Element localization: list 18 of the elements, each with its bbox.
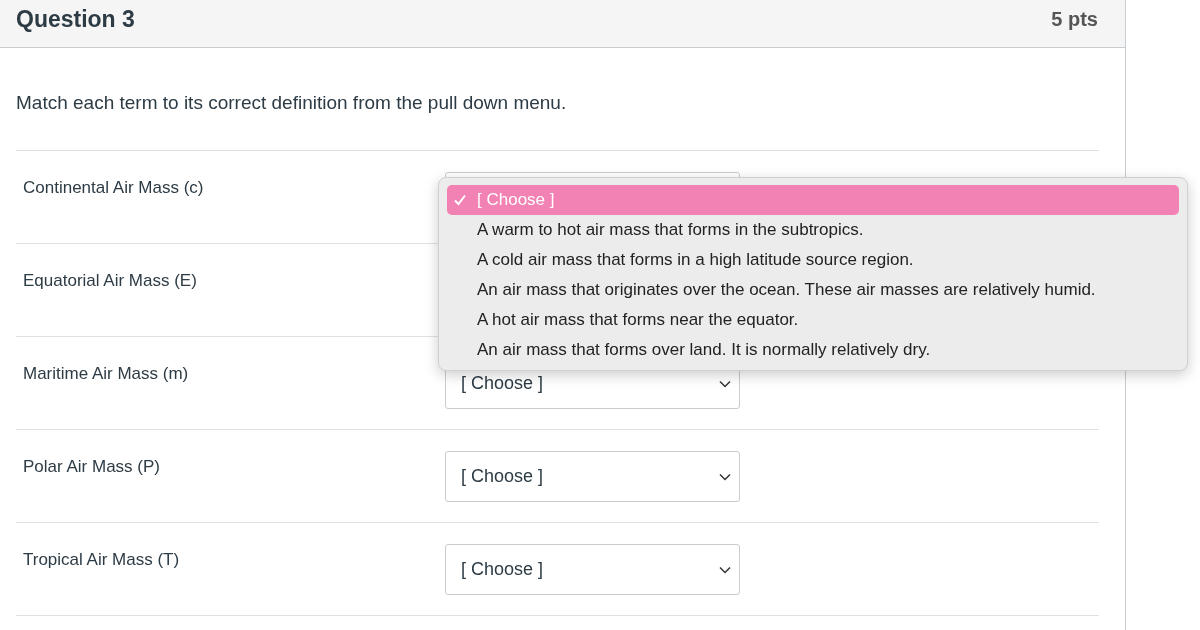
term-label: Polar Air Mass (P)	[22, 456, 161, 477]
menu-option[interactable]: A warm to hot air mass that forms in the subtropics.	[447, 215, 1179, 245]
chevron-down-icon	[719, 379, 731, 388]
chevron-down-icon	[719, 565, 731, 574]
menu-option[interactable]: A cold air mass that forms in a high latitude source region.	[447, 245, 1179, 275]
menu-option[interactable]: A hot air mass that forms near the equator.	[447, 305, 1179, 335]
menu-option[interactable]: An air mass that originates over the ocean. These air masses are relatively humid.	[447, 275, 1179, 305]
points-label: 5 pts	[1051, 8, 1098, 31]
question-prompt: Match each term to its correct definition from the pull down menu.	[16, 92, 568, 114]
term-label: Tropical Air Mass (T)	[22, 549, 181, 570]
chevron-down-icon	[719, 472, 731, 481]
checkmark-icon	[453, 193, 467, 207]
term-label: Equatorial Air Mass (E)	[22, 270, 198, 291]
question-title: Question 3	[16, 6, 135, 33]
term-label: Maritime Air Mass (m)	[22, 363, 190, 384]
term-label: Continental Air Mass (c)	[22, 177, 205, 198]
answer-dropdown[interactable]: [ Choose ]	[445, 544, 740, 595]
answer-dropdown[interactable]: [ Choose ]	[445, 451, 740, 502]
